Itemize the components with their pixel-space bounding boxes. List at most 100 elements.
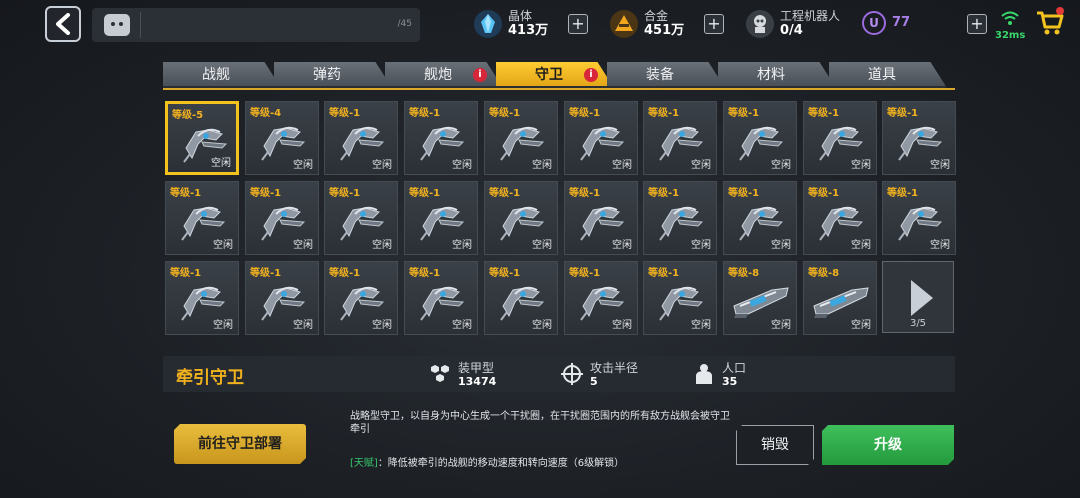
status-label: 空闲 [771,160,791,171]
inventory-slot[interactable]: 等级-1 空闲 [643,261,717,335]
inventory-slot[interactable]: 等级-1 空闲 [324,261,398,335]
inventory-slot[interactable]: 等级-8 空闲 [723,261,797,335]
tab-warships[interactable]: 战舰 [163,62,281,88]
item-description: 战略型守卫，以自身为中心生成一个干扰圈，在干扰圈范围内的所有敌方战舰会被守卫牵引 [350,411,730,435]
inventory-slot[interactable]: 等级-1 空闲 [484,181,558,255]
inventory-slot[interactable]: 等级-1 空闲 [882,181,956,255]
status-label: 空闲 [612,320,632,331]
crystal-value: 413万 [508,23,549,38]
alloy-resource: 合金 451万 [610,6,684,42]
level-label: 等级-1 [250,268,282,279]
destroy-button[interactable]: 销毁 [736,425,814,465]
level-label: 等级-1 [170,188,202,199]
ping-value: 32ms [995,30,1026,41]
crystal-resource: 晶体 413万 [474,6,548,42]
inventory-slot[interactable]: 等级-1 空闲 [643,181,717,255]
level-label: 等级-1 [409,108,441,119]
status-label: 空闲 [532,160,552,171]
alert-icon: i [473,68,487,82]
level-label: 等级-1 [728,108,760,119]
inventory-slot[interactable]: 等级-5 空闲 [165,101,239,175]
add-crystal-button[interactable]: + [568,14,588,34]
chat-input[interactable]: /45 [92,8,420,42]
talent-text: [天赋]：降低被牵引的战舰的移动速度和转向速度（6级解锁） [350,458,625,469]
inventory-slot[interactable]: 等级-1 空闲 [564,101,638,175]
status-label: 空闲 [293,320,313,331]
tab-ammo[interactable]: 弹药 [274,62,392,88]
go-guard-deploy-button[interactable]: 前往守卫部署 [174,424,306,464]
level-label: 等级-1 [489,108,521,119]
page-indicator: 3/5 [909,318,927,329]
inventory-slot[interactable]: 等级-1 空闲 [165,261,239,335]
inventory-slot[interactable]: 等级-1 空闲 [245,181,319,255]
status-label: 空闲 [771,320,791,331]
tab-materials[interactable]: 材料 [718,62,836,88]
level-label: 等级-1 [569,108,601,119]
inventory-slot[interactable]: 等级-1 空闲 [165,181,239,255]
network-status: 32ms [995,8,1026,42]
status-label: 空闲 [771,240,791,251]
inventory-slot[interactable]: 等级-1 空闲 [803,101,877,175]
arrow-right-icon [911,280,933,316]
wifi-icon [1001,11,1019,25]
inventory-slot[interactable]: 等级-1 空闲 [324,181,398,255]
status-label: 空闲 [452,160,472,171]
tab-cannons[interactable]: 舰炮 i [385,62,503,88]
population-icon [696,364,712,384]
back-button[interactable] [45,6,81,42]
chevron-left-icon [56,13,70,35]
inventory-slot[interactable]: 等级-1 空闲 [404,101,478,175]
tab-equipment[interactable]: 装备 [607,62,725,88]
tab-guards[interactable]: 守卫 i [496,62,614,88]
inventory-slot[interactable]: 等级-1 空闲 [484,261,558,335]
inventory-slot[interactable]: 等级-1 空闲 [564,181,638,255]
inventory-slot[interactable]: 等级-4 空闲 [245,101,319,175]
inventory-slot[interactable]: 等级-1 空闲 [882,101,956,175]
inventory-slot[interactable]: 等级-1 空闲 [245,261,319,335]
robot-icon [746,10,774,38]
status-label: 空闲 [372,320,392,331]
inventory-slot[interactable]: 等级-1 空闲 [803,181,877,255]
status-label: 空闲 [452,240,472,251]
inventory-slot[interactable]: 等级-1 空闲 [324,101,398,175]
upgrade-button[interactable]: 升级 [822,425,954,465]
tab-items[interactable]: 道具 [829,62,947,88]
level-label: 等级-8 [728,268,760,279]
level-label: 等级-1 [808,188,840,199]
crystal-label: 晶体 [508,9,533,23]
inventory-slot[interactable]: 等级-1 空闲 [723,101,797,175]
level-label: 等级-5 [172,110,204,121]
inventory-slot[interactable]: 等级-1 空闲 [564,261,638,335]
status-label: 空闲 [213,320,233,331]
next-page-button[interactable]: 3/5 [882,261,954,333]
level-label: 等级-8 [808,268,840,279]
divider [140,12,141,38]
status-label: 空闲 [213,240,233,251]
status-label: 空闲 [293,160,313,171]
status-label: 空闲 [372,240,392,251]
status-label: 空闲 [930,240,950,251]
category-tabs: 战舰 弹药 舰炮 i 守卫 i 装备 材料 道具 [163,62,963,88]
level-label: 等级-1 [648,188,680,199]
status-label: 空闲 [851,240,871,251]
inventory-slot[interactable]: 等级-8 空闲 [803,261,877,335]
crosshair-icon [561,363,583,385]
status-label: 空闲 [851,320,871,331]
inventory-slot[interactable]: 等级-1 空闲 [484,101,558,175]
inventory-slot[interactable]: 等级-1 空闲 [643,101,717,175]
inventory-slot[interactable]: 等级-1 空闲 [723,181,797,255]
level-label: 等级-4 [250,108,282,119]
tab-underline [163,88,955,90]
u-coin-icon: U [862,11,886,35]
inventory-slot[interactable]: 等级-1 空闲 [404,181,478,255]
level-label: 等级-1 [887,188,919,199]
status-label: 空闲 [532,240,552,251]
bot-icon [104,14,130,36]
inventory-slot[interactable]: 等级-1 空闲 [404,261,478,335]
level-label: 等级-1 [170,268,202,279]
shop-button[interactable] [1034,6,1066,38]
add-alloy-button[interactable]: + [704,14,724,34]
add-u-coin-button[interactable]: + [967,14,987,34]
level-label: 等级-1 [648,268,680,279]
level-label: 等级-1 [569,188,601,199]
